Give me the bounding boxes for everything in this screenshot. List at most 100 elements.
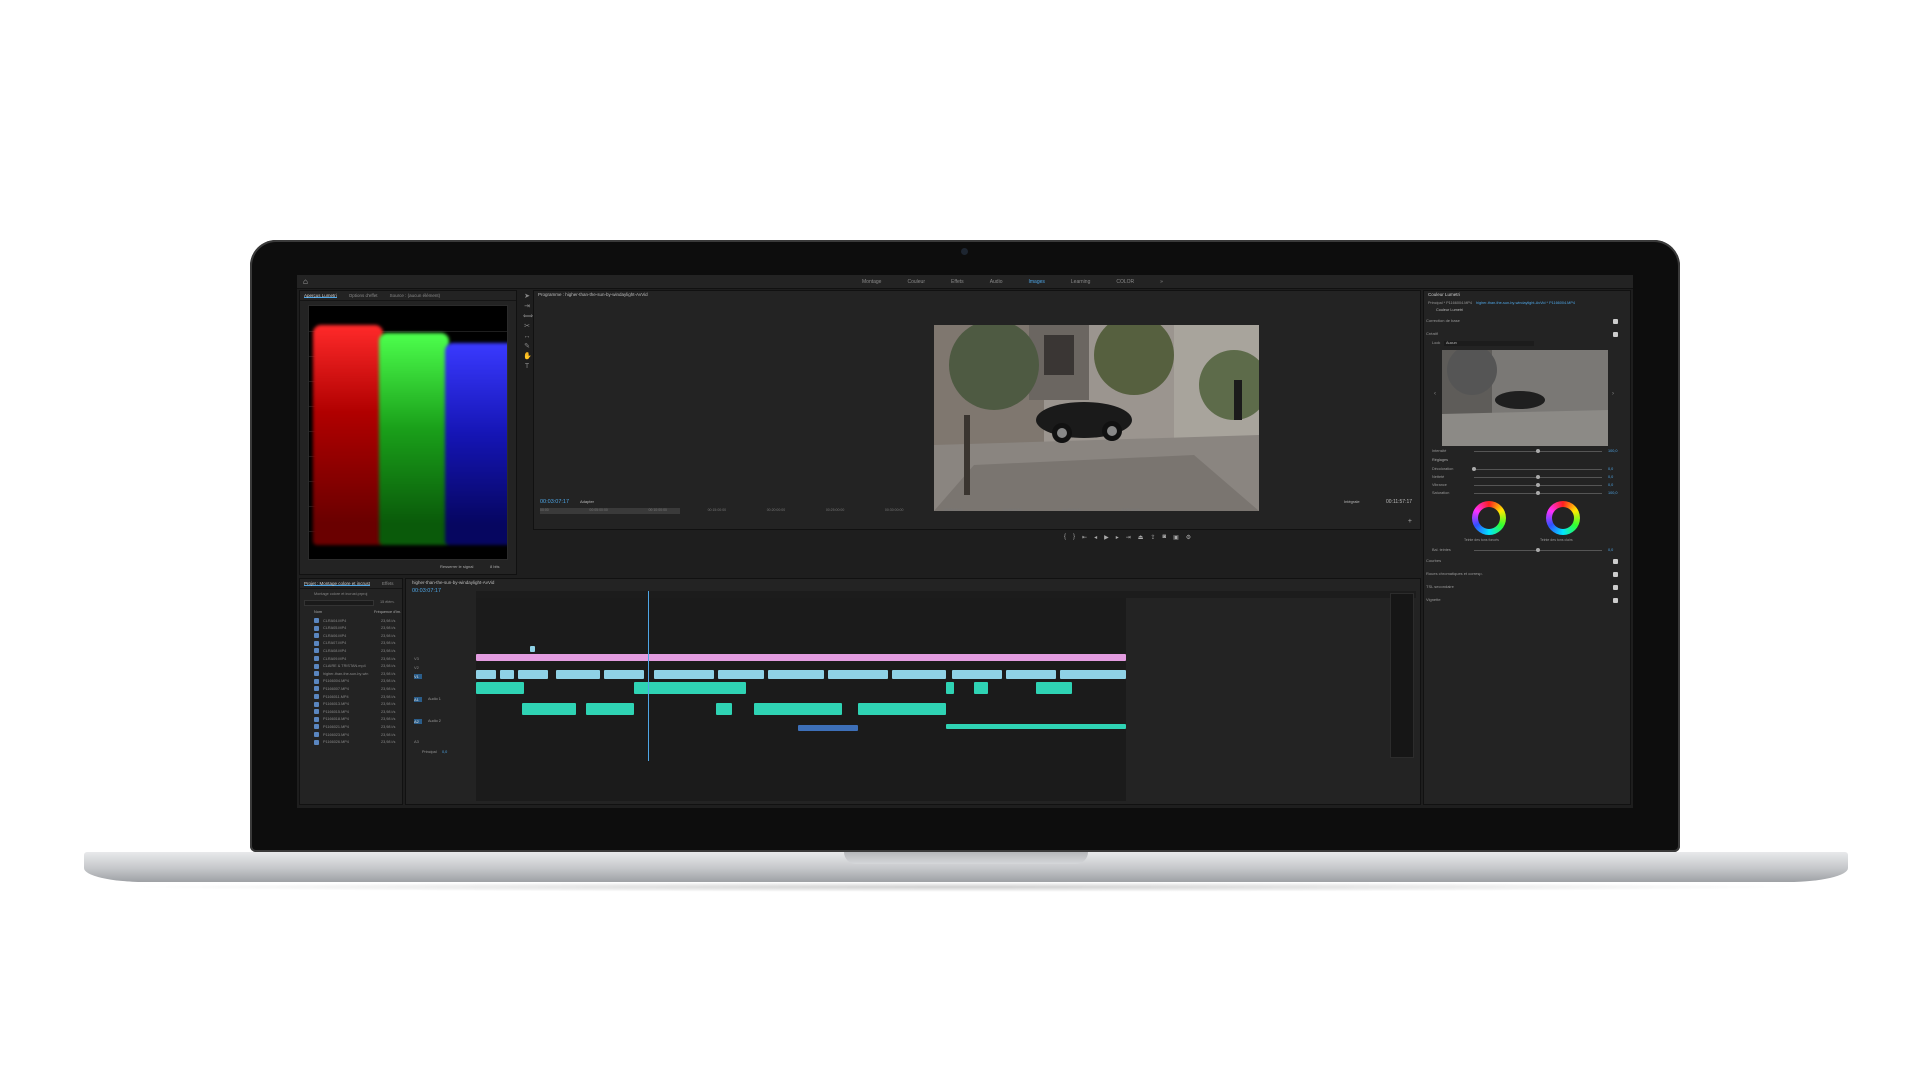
section-checkbox[interactable]: [1613, 559, 1618, 564]
project-item[interactable]: P1166026.MP4 23,98 i/s: [314, 739, 408, 746]
workspace-tab-couleur[interactable]: Couleur: [894, 279, 938, 285]
workspace-tab-audio[interactable]: Audio: [977, 279, 1016, 285]
project-item[interactable]: P1166011.MP4 23,98 i/s: [314, 693, 408, 700]
timeline-ruler[interactable]: [476, 591, 1416, 598]
compare-view-icon[interactable]: ▣: [1173, 534, 1179, 541]
audio-clip[interactable]: [522, 703, 576, 715]
project-item[interactable]: P1166018.MP4 23,98 i/s: [314, 716, 408, 723]
section-checkbox[interactable]: [1613, 572, 1618, 577]
project-col-rate[interactable]: Fréquence d'im.: [374, 610, 401, 614]
slider-value[interactable]: 0,0: [1608, 483, 1613, 487]
slider-value[interactable]: 0,0: [1608, 467, 1613, 471]
program-timecode[interactable]: 00:03:07:17: [540, 499, 569, 505]
playhead[interactable]: [648, 591, 649, 761]
project-search-input[interactable]: [304, 600, 374, 606]
export-frame-icon[interactable]: ◙: [1162, 534, 1166, 541]
lumetri-clip[interactable]: higher-than-the-sun-by-windaylight-AvVid…: [1476, 301, 1575, 305]
video-clip[interactable]: [1006, 670, 1056, 679]
audio-clip[interactable]: [476, 682, 524, 694]
slider-knob[interactable]: [1536, 491, 1540, 495]
video-clip[interactable]: [476, 670, 496, 679]
audio-clip[interactable]: [634, 682, 746, 694]
audio-clip[interactable]: [754, 703, 842, 715]
workspace-tab-learning[interactable]: Learning: [1058, 279, 1103, 285]
section-hsl-secondary[interactable]: TSL secondaire: [1426, 584, 1622, 593]
audio-clip[interactable]: [716, 703, 732, 715]
slider-knob[interactable]: [1536, 483, 1540, 487]
tint-balance-knob[interactable]: [1536, 548, 1540, 552]
project-item[interactable]: P1166004.MP4 23,98 i/s: [314, 678, 408, 685]
project-item[interactable]: CLRA08.MP4 23,98 i/s: [314, 647, 408, 654]
video-clip[interactable]: [828, 670, 888, 679]
tab-source[interactable]: Source : (aucun élément): [390, 293, 441, 298]
video-clip[interactable]: [604, 670, 644, 679]
audio-clip[interactable]: [858, 703, 946, 715]
project-col-name[interactable]: Nom: [314, 610, 322, 614]
look-next-icon[interactable]: ›: [1612, 391, 1614, 397]
audio-clip[interactable]: [974, 682, 988, 694]
section-basic-correction[interactable]: Correction de base: [1426, 318, 1622, 327]
section-vignette[interactable]: Vignette: [1426, 597, 1622, 606]
project-item[interactable]: CLRA05.MP4 23,98 i/s: [314, 625, 408, 632]
track-select-icon[interactable]: ⇥: [523, 303, 531, 311]
adjustment-slider[interactable]: [1474, 469, 1602, 470]
project-item[interactable]: CLAIRE & TRISTAN.mp4 23,98 i/s: [314, 663, 408, 670]
workspace-tab-color[interactable]: COLOR: [1103, 279, 1147, 285]
section-creative[interactable]: Créatif: [1426, 331, 1622, 340]
project-item[interactable]: CLRA09.MP4 23,98 i/s: [314, 655, 408, 662]
highlight-tint-wheel[interactable]: [1546, 501, 1580, 535]
video-clip[interactable]: [556, 670, 600, 679]
timeline-timecode[interactable]: 00:03:07:17: [412, 588, 441, 594]
slider-knob[interactable]: [1536, 475, 1540, 479]
workspace-tab-montage[interactable]: Montage: [849, 279, 894, 285]
project-item[interactable]: P1166013.MP4 23,98 i/s: [314, 701, 408, 708]
adjustment-layer-clip[interactable]: [476, 654, 1126, 661]
look-prev-icon[interactable]: ‹: [1434, 391, 1436, 397]
lumetri-effect[interactable]: Couleur Lumetri: [1436, 308, 1463, 312]
video-clip[interactable]: [1060, 670, 1126, 679]
tab-project[interactable]: Projet : Montage colore et incrust: [304, 581, 371, 586]
video-clip[interactable]: [500, 670, 514, 679]
tab-effect-options[interactable]: Options d'effet: [349, 293, 378, 298]
settings-icon[interactable]: ⚙: [1186, 534, 1191, 541]
project-item[interactable]: CLRA06.MP4 23,98 i/s: [314, 632, 408, 639]
section-checkbox[interactable]: [1613, 598, 1618, 603]
lumetri-source[interactable]: Principal * P1166004.MP4: [1428, 301, 1472, 305]
video-clip[interactable]: [952, 670, 1002, 679]
workspace-tab-images[interactable]: Images: [1015, 279, 1057, 285]
step-back-icon[interactable]: ◂: [1094, 534, 1097, 541]
slider-knob[interactable]: [1472, 467, 1476, 471]
audio-clip[interactable]: [946, 724, 1126, 729]
section-checkbox[interactable]: [1613, 585, 1618, 590]
hand-tool-icon[interactable]: ✋: [523, 353, 532, 361]
pen-tool-icon[interactable]: ✎: [523, 343, 531, 351]
track-label-v1[interactable]: V1: [414, 674, 422, 679]
type-tool-icon[interactable]: T: [523, 363, 531, 371]
look-select[interactable]: Aucun: [1444, 341, 1534, 346]
step-forward-icon[interactable]: ▸: [1116, 534, 1119, 541]
tab-effects[interactable]: Effets: [382, 581, 393, 586]
audio-clip[interactable]: [946, 682, 954, 694]
mark-in-icon[interactable]: {: [1064, 534, 1066, 541]
video-clip[interactable]: [768, 670, 824, 679]
audio-clip[interactable]: [586, 703, 634, 715]
track-label-a2[interactable]: A2: [414, 719, 422, 724]
slider-value[interactable]: 100,0: [1608, 491, 1618, 495]
video-clip[interactable]: [518, 670, 548, 679]
video-clip[interactable]: [530, 646, 535, 652]
section-checkbox[interactable]: [1613, 319, 1618, 324]
workspace-overflow-button[interactable]: »: [1147, 279, 1176, 285]
shadow-tint-wheel[interactable]: [1472, 501, 1506, 535]
project-item[interactable]: CLRA04.MP4 23,98 i/s: [314, 617, 408, 624]
project-item[interactable]: CLRA07.MP4 23,98 i/s: [314, 640, 408, 647]
track-label-a3[interactable]: A3: [414, 739, 419, 744]
ripple-edit-icon[interactable]: ⟺: [523, 313, 533, 321]
project-item[interactable]: higher-than-the-sun-by-win 23,98 i/s: [314, 670, 408, 677]
program-fit-select[interactable]: Adapter: [580, 499, 594, 504]
project-item[interactable]: P1166007.MP4 23,98 i/s: [314, 685, 408, 692]
audio-clip[interactable]: [798, 725, 858, 731]
slip-tool-icon[interactable]: ↔: [523, 333, 531, 341]
section-checkbox[interactable]: [1613, 332, 1618, 337]
section-color-wheels[interactable]: Roues chromatiques et corresp.: [1426, 571, 1622, 580]
selection-tool-icon[interactable]: ➤: [523, 293, 531, 301]
